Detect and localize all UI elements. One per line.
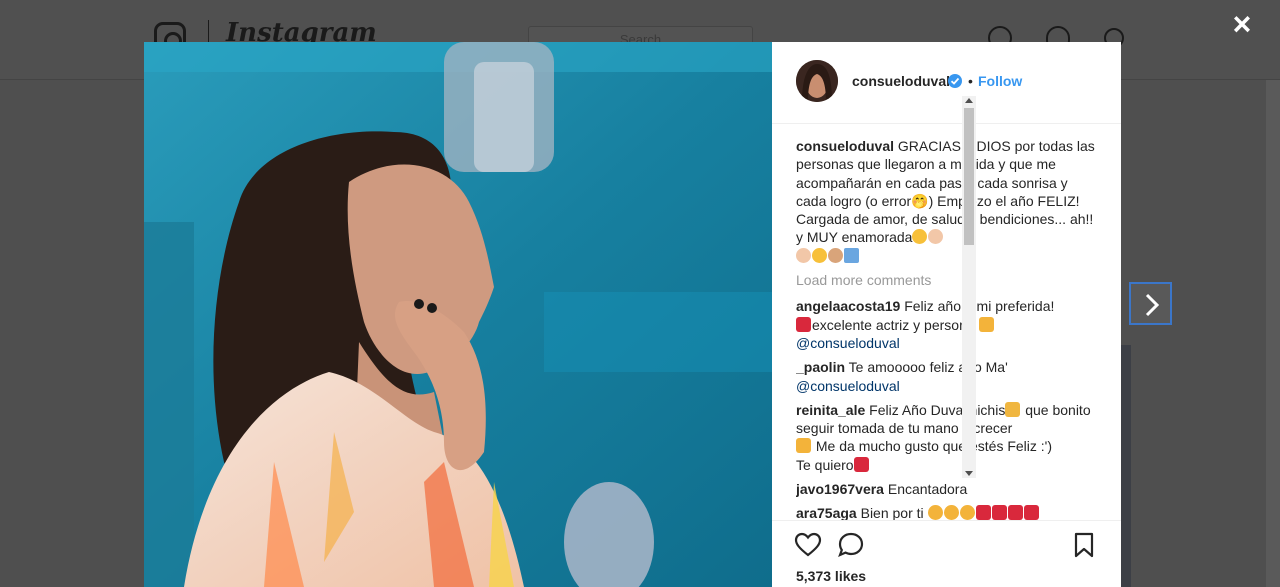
list-item: angelaacosta19 Feliz año a mi preferida!… (796, 297, 1101, 352)
face-emoji-icon (812, 247, 827, 263)
comment-text: excelente actriz y persona (812, 316, 975, 333)
comment-text: Me da mucho gusto que estés Feliz :') (815, 438, 1053, 455)
bookmark-icon[interactable] (1070, 531, 1098, 559)
separator-dot: • (968, 73, 973, 89)
post-image (144, 42, 772, 587)
comment-mention[interactable]: @consueloduval (796, 335, 900, 351)
caption-username[interactable]: consueloduval (796, 138, 894, 154)
comment-mention[interactable]: @consueloduval (796, 378, 900, 394)
caption-text: GRACIAS A DIOS por todas las personas qu… (796, 138, 1095, 246)
comment-text: Te quiero (796, 456, 854, 473)
scroll-down-arrow-icon[interactable] (965, 471, 973, 476)
load-more-comments-button[interactable]: Load more comments (796, 271, 1101, 289)
comment-text: Te amooooo feliz año Ma' (848, 359, 1008, 376)
chevron-right-icon (1145, 293, 1160, 317)
comment-text: Feliz año a mi preferida! (904, 298, 1055, 315)
verified-badge-icon (948, 74, 962, 88)
post-photo[interactable] (144, 42, 772, 587)
heart-icon[interactable] (794, 531, 822, 559)
list-item: reinita_ale Feliz Año Duvalinichis que b… (796, 401, 1101, 474)
list-item: javo1967vera Encantadora (796, 480, 1101, 498)
list-item: ara75aga Bien por ti (796, 504, 1101, 520)
raised-hands-emoji-icon (796, 438, 811, 454)
page-scrollbar (1266, 80, 1280, 587)
comment-text: Feliz Año Duvalinichis (869, 401, 1006, 418)
scrollbar-thumb[interactable] (964, 108, 974, 245)
clap-emoji-icon (959, 505, 975, 520)
post-header: consueloduval • Follow (772, 42, 1121, 124)
heart-emoji-icon (975, 505, 991, 520)
background-next-post-preview (1121, 345, 1131, 587)
list-item: _paolin Te amooooo feliz año Ma' @consue… (796, 358, 1101, 395)
next-post-button[interactable] (1129, 282, 1172, 325)
clap-emoji-icon (927, 505, 943, 520)
follow-button[interactable]: Follow (978, 73, 1022, 89)
close-icon[interactable]: × (1226, 8, 1258, 40)
likes-count[interactable]: 5,373 likes (796, 568, 866, 584)
heart-emoji-icon (991, 505, 1007, 520)
comment-username[interactable]: ara75aga (796, 505, 857, 520)
comment-username[interactable]: javo1967vera (796, 481, 884, 497)
scroll-up-arrow-icon[interactable] (965, 98, 973, 103)
post-actions: 5,373 likes (772, 520, 1121, 587)
praying-hands-emoji-icon (978, 316, 994, 332)
comment-username[interactable]: angelaacosta19 (796, 298, 900, 314)
heart-emoji-icon (1023, 505, 1039, 520)
heart-emoji-icon (796, 316, 811, 332)
caption: consueloduval GRACIAS A DIOS por todas l… (796, 137, 1101, 265)
comments-scrollbar[interactable] (962, 96, 976, 478)
party-popper-emoji-icon (1005, 401, 1021, 417)
post-author-username[interactable]: consueloduval (852, 73, 950, 89)
raised-hands-emoji-icon (796, 247, 811, 263)
post-side-panel: consueloduval • Follow consueloduval GRA… (772, 42, 1121, 587)
comments-list: consueloduval GRACIAS A DIOS por todas l… (796, 137, 1101, 520)
comment-username[interactable]: _paolin (796, 359, 845, 375)
raised-hands-emoji-icon (928, 229, 944, 245)
heart-emoji-icon (1007, 505, 1023, 520)
heart-eyes-emoji-icon (912, 229, 928, 245)
comment-text: Encantadora (887, 481, 968, 498)
comment-username[interactable]: reinita_ale (796, 402, 865, 418)
clap-emoji-icon (943, 505, 959, 520)
face-emoji-icon (828, 247, 843, 263)
comment-text: Bien por ti (860, 505, 924, 520)
avatar-image (796, 60, 838, 102)
heart-emoji-icon (853, 456, 869, 472)
airplane-emoji-icon (844, 247, 859, 263)
avatar[interactable] (796, 60, 838, 102)
comment-icon[interactable] (837, 531, 865, 559)
